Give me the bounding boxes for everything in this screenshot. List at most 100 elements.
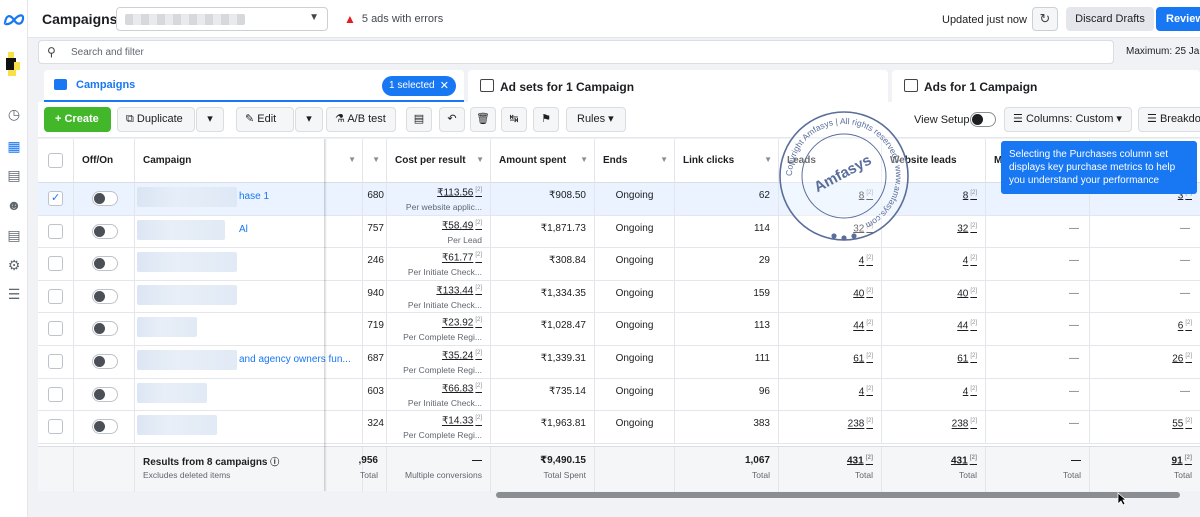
header-link-clicks[interactable]: Link clicks ▼ xyxy=(675,139,779,183)
total-website-leads[interactable]: 431 [2] xyxy=(951,455,977,466)
row-checkbox[interactable] xyxy=(48,223,63,239)
account-avatar[interactable] xyxy=(4,50,24,80)
leads-value[interactable]: 40 [2] xyxy=(853,288,873,299)
edit-dropdown-button[interactable]: ▾ xyxy=(295,107,323,132)
leads-value[interactable]: 32 [2] xyxy=(853,223,873,234)
table-row[interactable]: 719 ₹23.92 [2] Per Complete Regi... ₹1,028.4… xyxy=(38,313,1200,346)
meta-logo-icon[interactable] xyxy=(3,12,25,26)
row-checkbox[interactable] xyxy=(48,321,63,337)
cost-per-result-value[interactable]: ₹113.56 [2] xyxy=(437,187,482,198)
table-row[interactable]: 246 ₹61.77 [2] Per Initiate Check... ₹308.84… xyxy=(38,248,1200,281)
cost-per-result-value[interactable]: ₹133.44 [2] xyxy=(436,285,482,296)
reports-icon[interactable]: ▤ xyxy=(4,165,24,185)
table-row[interactable]: 603 ₹66.83 [2] Per Initiate Check... ₹735.14… xyxy=(38,378,1200,412)
cost-per-result-value[interactable]: ₹35.24 [2] xyxy=(442,350,482,361)
audiences-icon[interactable]: ☻ xyxy=(4,195,24,215)
tab-ad-sets[interactable]: Ad sets for 1 Campaign xyxy=(468,70,888,102)
website-leads-value[interactable]: 40 [2] xyxy=(957,288,977,299)
header-website-leads[interactable]: Website leads xyxy=(882,139,986,183)
last-column-value[interactable]: 55 [2] xyxy=(1172,418,1192,429)
row-checkbox[interactable] xyxy=(48,354,63,369)
row-checkbox[interactable] xyxy=(48,386,63,402)
leads-value[interactable]: 8 [2] xyxy=(859,190,873,201)
website-leads-value[interactable]: 61 [2] xyxy=(957,353,977,364)
campaign-name-link[interactable]: and agency owners fun... xyxy=(239,354,351,365)
header-campaign[interactable]: Campaign ▼ xyxy=(135,139,363,183)
campaign-toggle[interactable] xyxy=(92,386,118,402)
leads-value[interactable]: 4 [2] xyxy=(859,386,873,397)
row-checkbox[interactable] xyxy=(48,191,63,206)
campaign-toggle[interactable] xyxy=(92,223,118,239)
ab-test-button[interactable]: ⚗ A/B test xyxy=(326,107,396,132)
campaigns-table-icon[interactable]: ▦ xyxy=(4,136,24,156)
columns-dropdown[interactable]: ☰ Columns: Custom ▾ xyxy=(1004,107,1132,132)
duplicate-button[interactable]: ⧉ Duplicate xyxy=(117,107,195,132)
table-row[interactable]: Al 757 ₹58.49 [2] Per Lead ₹1,871.73 Ongoing 11… xyxy=(38,215,1200,249)
search-filter-bar[interactable]: ⚲ Search and filter xyxy=(38,40,1114,64)
cost-per-result-value[interactable]: ₹66.83 [2] xyxy=(442,383,482,394)
campaign-toggle[interactable] xyxy=(92,354,118,369)
cost-per-result-value[interactable]: ₹23.92 [2] xyxy=(442,317,482,328)
total-leads[interactable]: 431 [2] xyxy=(847,455,873,466)
header-leads[interactable]: Leads xyxy=(779,139,882,183)
campaign-name-link[interactable]: hase 1 xyxy=(239,191,269,202)
header-ends[interactable]: Ends ▼ xyxy=(595,139,675,183)
table-row[interactable]: 940 ₹133.44 [2] Per Initiate Check... ₹1,334… xyxy=(38,280,1200,314)
campaign-name-link[interactable]: Al xyxy=(239,224,248,235)
website-leads-value[interactable]: 32 [2] xyxy=(957,223,977,234)
refresh-button[interactable]: ↻ xyxy=(1032,7,1058,31)
header-cost-per-result[interactable]: Cost per result ▼ xyxy=(387,139,491,183)
header-off-on[interactable]: Off/On xyxy=(74,139,135,183)
campaign-toggle[interactable] xyxy=(92,288,118,304)
row-checkbox[interactable] xyxy=(48,419,63,435)
close-icon[interactable]: ✕ xyxy=(440,76,449,96)
campaign-toggle[interactable] xyxy=(92,321,118,337)
table-row[interactable]: 324 ₹14.33 [2] Per Complete Regi... ₹1,963.8… xyxy=(38,411,1200,444)
selected-count-pill[interactable]: 1 selected ✕ xyxy=(382,76,456,96)
website-leads-value[interactable]: 4 [2] xyxy=(963,386,977,397)
last-column-value[interactable]: 26 [2] xyxy=(1172,353,1192,364)
edit-button[interactable]: ✎ Edit xyxy=(236,107,294,132)
all-tools-menu-icon[interactable]: ☰ xyxy=(4,284,24,304)
website-leads-value[interactable]: 238 [2] xyxy=(952,418,977,429)
header-results[interactable]: ▼ xyxy=(363,139,387,183)
billing-icon[interactable]: ▤ xyxy=(4,225,24,245)
discard-drafts-button[interactable]: Discard Drafts xyxy=(1066,7,1154,31)
rules-button[interactable]: Rules ▾ xyxy=(566,107,626,132)
website-leads-value[interactable]: 8 [2] xyxy=(963,190,977,201)
leads-value[interactable]: 4 [2] xyxy=(859,255,873,266)
date-range-text[interactable]: Maximum: 25 Ja xyxy=(1126,46,1199,57)
view-setup-toggle[interactable] xyxy=(970,112,996,127)
select-all-checkbox[interactable] xyxy=(48,153,63,168)
header-amount-spent[interactable]: Amount spent ▼ xyxy=(491,139,595,183)
undo-icon[interactable]: ↶ xyxy=(439,107,465,132)
info-icon[interactable]: ⓘ xyxy=(270,457,279,467)
events-manager-icon[interactable]: ⚙ xyxy=(4,255,24,275)
campaign-toggle[interactable] xyxy=(92,256,118,272)
clipboard-icon[interactable]: ▤ xyxy=(406,107,432,132)
breakdown-dropdown[interactable]: ☰ Breakdo xyxy=(1138,107,1200,132)
export-icon[interactable]: ↹ xyxy=(501,107,527,132)
leads-value[interactable]: 238 [2] xyxy=(848,418,873,429)
row-checkbox[interactable] xyxy=(48,256,63,272)
campaign-toggle[interactable] xyxy=(92,419,118,435)
search-input[interactable]: Search and filter xyxy=(71,47,144,58)
total-last[interactable]: 91 [2] xyxy=(1172,455,1192,466)
header-select-all[interactable] xyxy=(38,139,74,183)
cost-per-result-value[interactable]: ₹14.33 [2] xyxy=(442,415,482,426)
dashboard-gauge-icon[interactable]: ◷ xyxy=(4,104,24,124)
website-leads-value[interactable]: 44 [2] xyxy=(957,320,977,331)
campaign-toggle[interactable] xyxy=(92,191,118,206)
cost-per-result-value[interactable]: ₹61.77 [2] xyxy=(442,252,482,263)
leads-value[interactable]: 44 [2] xyxy=(853,320,873,331)
tab-ads[interactable]: Ads for 1 Campaign xyxy=(892,70,1200,102)
create-button[interactable]: + Create xyxy=(44,107,111,132)
trash-icon[interactable]: 🗑 xyxy=(470,107,496,132)
row-checkbox[interactable] xyxy=(48,288,63,304)
tab-campaigns[interactable]: Campaigns 1 selected ✕ xyxy=(44,70,464,102)
tag-icon[interactable]: ⚑ xyxy=(533,107,559,132)
review-button[interactable]: Review xyxy=(1156,7,1200,31)
leads-value[interactable]: 61 [2] xyxy=(853,353,873,364)
last-column-value[interactable]: 6 [2] xyxy=(1178,320,1192,331)
errors-indicator[interactable]: ▲ 5 ads with errors xyxy=(344,12,443,26)
